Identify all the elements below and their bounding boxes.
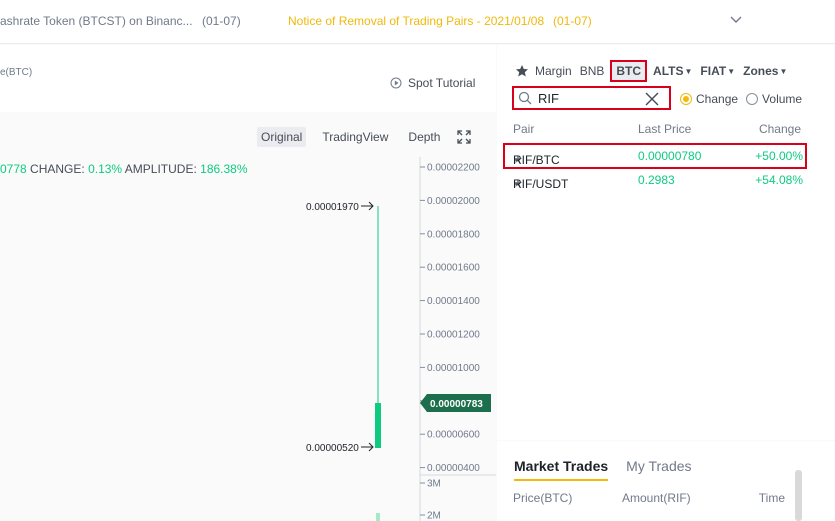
price-tick-label: 0.00001200 [427, 330, 480, 341]
notice-item-removal[interactable]: Notice of Removal of Trading Pairs - 202… [288, 14, 544, 28]
notice-item-btcst[interactable]: ashrate Token (BTCST) on Binanc... [0, 14, 193, 28]
column-trade-amount: Amount(RIF) [622, 491, 691, 505]
market-row[interactable]: ★ RIF/USDT 0.2983 +54.08% [505, 169, 805, 191]
column-trade-time: Time [758, 491, 785, 505]
pair-name: RIF/BTC [513, 153, 560, 167]
pair-name: RIF/USDT [513, 177, 569, 191]
caret-down-icon: ▼ [684, 67, 693, 76]
low-price-label: 0.00000520 [306, 443, 359, 454]
price-tick-label: 0.00000600 [427, 430, 480, 441]
sort-radio-group: Change Volume [680, 92, 810, 106]
high-price-label: 0.00001970 [306, 202, 359, 213]
tab-fiat[interactable]: FIAT▼ [700, 64, 735, 78]
radio-change-label: Change [696, 92, 739, 106]
price-tick-label: 0.00001000 [427, 363, 480, 374]
change-cell: +50.00% [755, 149, 803, 163]
candlestick-chart[interactable]: 0.00002200 0.00002000 0.00001800 0.00001600… [0, 45, 496, 521]
chart-panel: e(BTC) Spot Tutorial Original TradingVie… [0, 45, 496, 521]
tab-bnb[interactable]: BNB [580, 64, 605, 78]
tab-alts[interactable]: ALTS▼ [653, 64, 692, 78]
radio-volume[interactable]: Volume [746, 92, 802, 106]
tab-btc[interactable]: BTC [610, 60, 648, 82]
pair-search-box [512, 86, 671, 110]
volume-tick-label: 2M [427, 511, 441, 521]
price-tick-label: 0.00002000 [427, 196, 480, 207]
column-trade-price: Price(BTC) [513, 491, 573, 505]
low-arrow-icon [361, 442, 374, 452]
chevron-down-icon[interactable] [729, 14, 743, 26]
caret-down-icon: ▼ [779, 67, 788, 76]
price-tick-label: 0.00001400 [427, 296, 480, 307]
last-price-cell: 0.2983 [638, 173, 675, 187]
trades-panel: Market Trades My Trades Price(BTC) Amoun… [497, 441, 835, 521]
clear-search-icon[interactable] [645, 92, 659, 106]
caret-down-icon: ▼ [727, 67, 736, 76]
high-arrow-icon [361, 201, 374, 211]
price-tick-label: 0.00002200 [427, 163, 480, 174]
tab-market-trades[interactable]: Market Trades [514, 458, 609, 481]
radio-change[interactable]: Change [680, 92, 738, 106]
pair-search-input[interactable] [538, 90, 638, 106]
tab-my-trades[interactable]: My Trades [626, 458, 691, 481]
price-axis: 0.00002200 0.00002000 0.00001800 0.00001600… [420, 163, 480, 474]
notice-item-btcst-date: (01-07) [202, 14, 241, 28]
volume-bar [376, 513, 380, 521]
radio-volume-label: Volume [762, 92, 803, 106]
trades-scrollbar[interactable] [795, 470, 802, 521]
tab-zones-label: Zones [743, 64, 779, 78]
change-cell: +54.08% [755, 173, 803, 187]
market-tabs: Margin BNB BTC ALTS▼ FIAT▼ Zones▼ [515, 60, 795, 82]
column-pair[interactable]: Pair [513, 122, 534, 136]
market-row[interactable]: ★ RIF/BTC 0.00000780 +50.00% [503, 143, 807, 169]
column-last-price[interactable]: Last Price [638, 122, 691, 136]
last-price-cell: 0.00000780 [638, 149, 702, 163]
price-tick-label: 0.00000400 [427, 463, 480, 474]
column-change[interactable]: Change [759, 122, 801, 136]
volume-axis: 3M 2M [420, 479, 441, 521]
market-list-panel: Margin BNB BTC ALTS▼ FIAT▼ Zones▼ Change… [497, 45, 835, 440]
price-tick-label: 0.00001800 [427, 229, 480, 240]
current-price-label: 0.00000783 [430, 399, 483, 410]
radio-volume-dot [746, 93, 759, 105]
search-icon [518, 91, 532, 105]
notice-bar: ashrate Token (BTCST) on Binanc... (01-0… [0, 0, 835, 44]
favorites-star-icon[interactable] [515, 64, 529, 78]
tab-alts-label: ALTS [653, 64, 684, 78]
notice-item-removal-date: (01-07) [553, 14, 592, 28]
price-tick-label: 0.00001600 [427, 263, 480, 274]
volume-tick-label: 3M [427, 479, 441, 490]
radio-change-dot [680, 93, 692, 105]
trades-tabs: Market Trades My Trades [514, 458, 710, 481]
candle-body [375, 403, 381, 448]
tab-fiat-label: FIAT [700, 64, 727, 78]
tab-zones[interactable]: Zones▼ [743, 64, 787, 78]
tab-margin[interactable]: Margin [535, 64, 572, 78]
